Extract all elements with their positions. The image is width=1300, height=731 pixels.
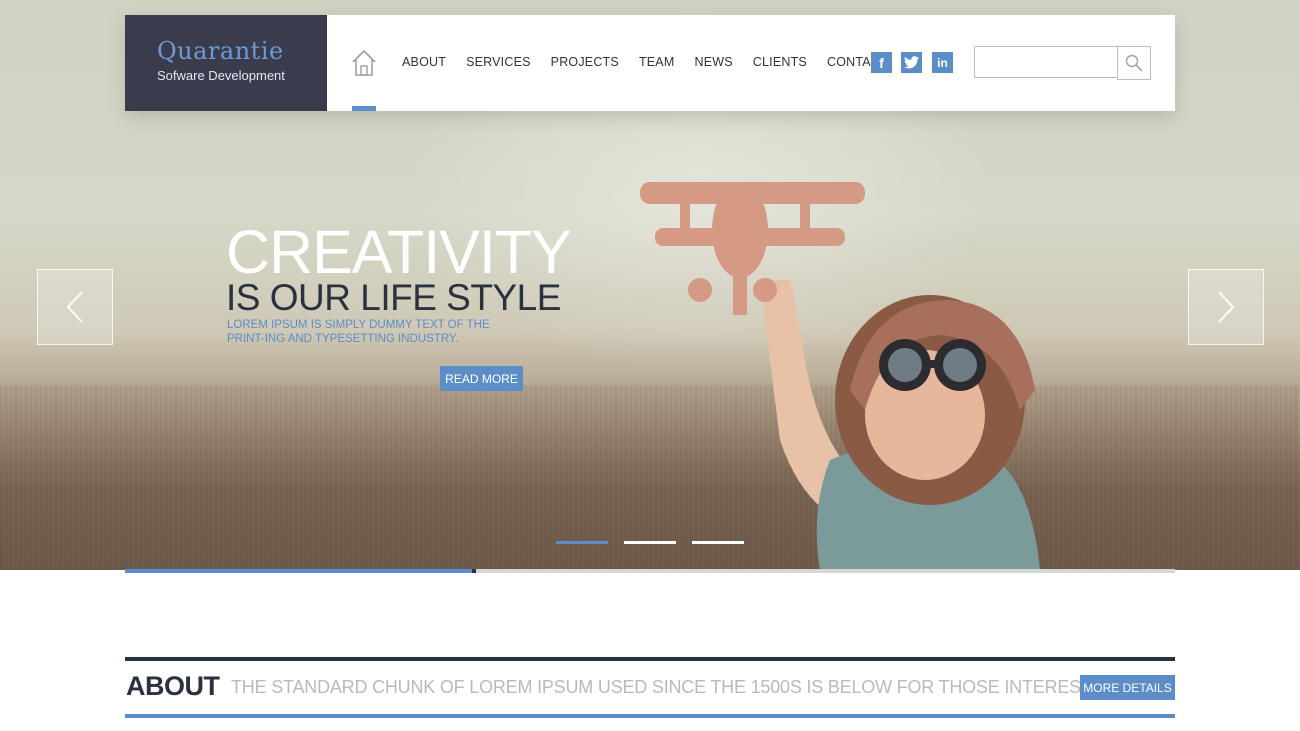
hero-headline: CREATIVITY — [226, 218, 572, 286]
slider-progress-knob — [471, 569, 476, 573]
chevron-right-icon — [1218, 291, 1235, 323]
search-icon — [1125, 54, 1143, 72]
about-title: ABOUT — [126, 671, 220, 701]
logo[interactable]: Quarantie Sofware Development — [125, 15, 327, 111]
about-intro-text: THE STANDARD CHUNK OF LOREM IPSUM USED S… — [231, 677, 1122, 697]
nav-item-projects[interactable]: PROJECTS — [551, 55, 619, 69]
slider-dot-2[interactable] — [624, 541, 676, 544]
logo-title: Quarantie — [157, 37, 284, 65]
linkedin-icon[interactable]: in — [932, 52, 953, 73]
slider-next-button[interactable] — [1188, 269, 1264, 345]
about-top-rule — [125, 657, 1175, 661]
slider-dot-3[interactable] — [692, 541, 744, 544]
about-bottom-rule — [125, 714, 1175, 718]
hero-illustration — [640, 182, 1040, 570]
slider-progress-bar — [125, 569, 1175, 573]
hero-subheadline: IS OUR LIFE STYLE — [226, 277, 561, 318]
read-more-button[interactable]: READ MORE — [440, 366, 523, 391]
main-nav: ABOUT SERVICES PROJECTS TEAM NEWS CLIENT… — [402, 55, 908, 69]
nav-item-team[interactable]: TEAM — [639, 55, 675, 69]
search-button[interactable] — [1117, 46, 1151, 80]
home-active-indicator — [352, 106, 376, 111]
slider-prev-button[interactable] — [37, 269, 113, 345]
nav-item-clients[interactable]: CLIENTS — [753, 55, 807, 69]
slider-dot-1[interactable] — [556, 541, 608, 544]
home-icon[interactable] — [351, 49, 377, 77]
nav-item-services[interactable]: SERVICES — [466, 55, 531, 69]
facebook-icon[interactable]: f — [871, 52, 892, 73]
chevron-left-icon — [66, 291, 83, 323]
nav-item-about[interactable]: ABOUT — [402, 55, 446, 69]
nav-item-news[interactable]: NEWS — [694, 55, 732, 69]
logo-tagline: Sofware Development — [157, 68, 285, 83]
site-header: Quarantie Sofware Development ABOUT SERV… — [125, 15, 1175, 111]
slider-progress-fill — [125, 569, 472, 573]
search-input[interactable] — [974, 46, 1122, 78]
hero-description: LOREM IPSUM IS SIMPLY DUMMY TEXT OF THE … — [227, 319, 490, 345]
twitter-icon[interactable] — [901, 52, 922, 73]
more-details-button[interactable]: MORE DETAILS — [1080, 675, 1175, 700]
twitter-bird-glyph — [904, 56, 919, 69]
